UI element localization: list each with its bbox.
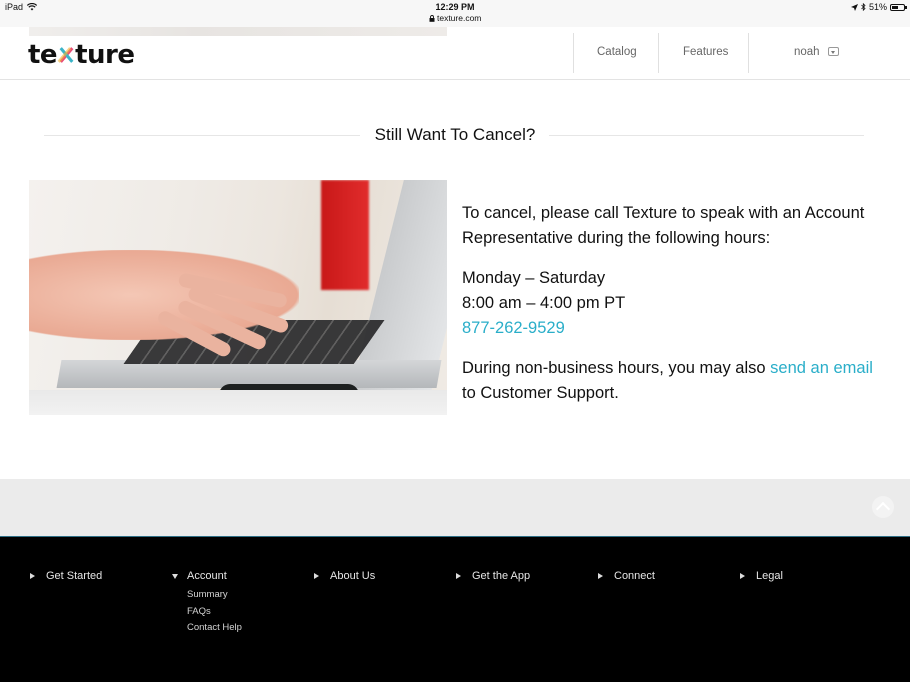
hours-block: Monday – Saturday 8:00 am – 4:00 pm PT 8… (462, 266, 882, 341)
battery-percent: 51% (868, 2, 887, 12)
logo-text-end: ture (75, 40, 135, 70)
footer-account[interactable]: Account Summary FAQs Contact Help (172, 570, 242, 637)
footer-heading: Get Started (46, 570, 103, 582)
battery-icon (890, 3, 907, 11)
cancel-instructions: To cancel, please call Texture to speak … (462, 201, 882, 421)
address-bar[interactable]: texture.com (0, 13, 910, 24)
user-menu[interactable]: noah (794, 46, 839, 58)
laptop-typing-photo (29, 180, 447, 415)
footer-heading: Connect (614, 570, 655, 582)
footer-link-faqs[interactable]: FAQs (187, 604, 242, 621)
footer-heading: Get the App (472, 570, 531, 582)
caret-right-icon (740, 573, 745, 579)
footer-about-us[interactable]: About Us (314, 570, 375, 582)
clock: 12:29 PM (435, 2, 475, 12)
footer-heading: About Us (330, 570, 376, 582)
nav-divider (658, 33, 659, 73)
site-footer: Get Started Account Summary FAQs Contact… (0, 536, 910, 682)
footer-heading: Account (187, 570, 227, 582)
footer-get-the-app[interactable]: Get the App (456, 570, 530, 582)
footer-link-contact-help[interactable]: Contact Help (187, 620, 242, 637)
chevron-down-icon (827, 47, 839, 56)
scrolled-image-edge (29, 27, 447, 36)
after-hours-note: During non-business hours, you may also … (462, 356, 882, 406)
caret-right-icon (456, 573, 461, 579)
footer-link-summary[interactable]: Summary (187, 587, 242, 604)
send-email-link[interactable]: send an email (770, 359, 873, 377)
nav-features[interactable]: Features (683, 46, 728, 58)
status-right: 51% (850, 2, 907, 12)
bluetooth-icon (861, 3, 866, 11)
scroll-to-top-button[interactable] (872, 496, 894, 518)
footer-band (0, 479, 910, 536)
logo-x-mark-icon (57, 46, 74, 64)
footer-legal[interactable]: Legal (740, 570, 783, 582)
note-text: During non-business hours, you may also (462, 359, 771, 377)
footer-connect[interactable]: Connect (598, 570, 655, 582)
footer-heading: Legal (756, 570, 783, 582)
account-submenu: Summary FAQs Contact Help (187, 587, 242, 637)
business-hours: 8:00 am – 4:00 pm PT (462, 294, 626, 312)
logo-text-start: te (28, 40, 58, 70)
intro-text: To cancel, please call Texture to speak … (462, 204, 865, 247)
caret-right-icon (598, 573, 603, 579)
ios-status-bar: iPad 12:29 PM texture.com 51% (0, 0, 910, 27)
caret-right-icon (314, 573, 319, 579)
user-name: noah (794, 46, 820, 58)
caret-right-icon (30, 573, 35, 579)
nav-divider (573, 33, 574, 73)
nav-divider (748, 33, 749, 73)
phone-link[interactable]: 877-262-9529 (462, 319, 565, 337)
note-text-end: to Customer Support. (462, 384, 619, 402)
url-text: texture.com (436, 13, 482, 23)
nav-catalog[interactable]: Catalog (597, 46, 637, 58)
heading-rule-right (549, 135, 864, 136)
texture-logo[interactable]: te ture (28, 40, 135, 70)
business-days: Monday – Saturday (462, 269, 606, 287)
location-arrow-icon (850, 3, 858, 11)
footer-get-started[interactable]: Get Started (30, 570, 102, 582)
status-center: 12:29 PM texture.com (0, 2, 910, 24)
lock-icon (429, 15, 435, 22)
caret-down-icon (172, 573, 178, 579)
